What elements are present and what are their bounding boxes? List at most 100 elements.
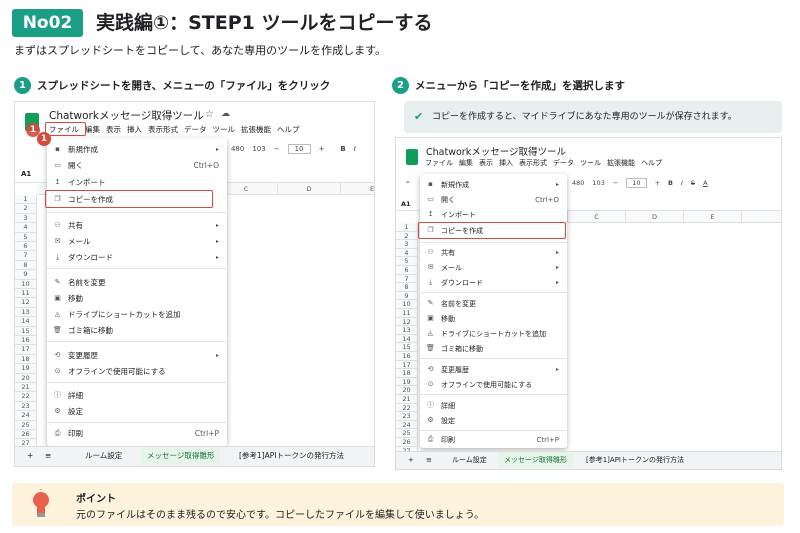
toolbar-zoom[interactable]: 480 <box>231 145 244 153</box>
menu-item-trash[interactable]: 🗑 ゴミ箱に移動 <box>420 342 567 355</box>
sheet-list-button[interactable]: ≡ <box>420 452 438 468</box>
menu-help[interactable]: ヘルプ <box>274 124 303 135</box>
menu-item-download[interactable]: ⤓ ダウンロード ▸ <box>420 276 567 289</box>
menu-tools[interactable]: ツール <box>210 124 239 135</box>
row-header[interactable]: 20 <box>15 373 37 383</box>
column-header-d[interactable]: D <box>278 183 341 195</box>
menu-insert[interactable]: 挿入 <box>496 158 516 168</box>
row-header[interactable]: 21 <box>396 395 418 404</box>
font-size-plus-icon[interactable]: + <box>655 179 660 187</box>
row-header[interactable]: 13 <box>15 307 37 318</box>
row-header[interactable]: 24 <box>396 420 418 430</box>
row-header[interactable]: 8 <box>396 283 418 292</box>
row-header[interactable]: 14 <box>396 334 418 344</box>
menu-help[interactable]: ヘルプ <box>638 158 665 168</box>
row-header[interactable]: 6 <box>15 242 37 252</box>
menu-item-details[interactable]: ⓘ 詳細 <box>420 399 567 412</box>
row-header[interactable]: 19 <box>396 377 418 387</box>
menu-format[interactable]: 表示形式 <box>145 124 181 135</box>
row-header[interactable]: 9 <box>396 291 418 301</box>
menu-item-share[interactable]: ⚇ 共有 ▸ <box>420 246 567 259</box>
menu-item-history[interactable]: ⟲ 変更履歴 ▸ <box>47 348 227 362</box>
row-header[interactable]: 19 <box>15 364 37 374</box>
text-color-button[interactable]: A <box>703 179 707 187</box>
row-header[interactable]: 18 <box>15 354 37 365</box>
row-header[interactable]: 2 <box>396 231 418 241</box>
column-header-e[interactable]: E <box>341 183 374 195</box>
add-sheet-button[interactable]: + <box>402 452 420 468</box>
menu-item-new[interactable]: ▪ 新規作成 ▸ <box>420 178 567 191</box>
menu-data[interactable]: データ <box>550 158 577 168</box>
menu-format[interactable]: 表示形式 <box>516 158 550 168</box>
menu-tools[interactable]: ツール <box>577 158 604 168</box>
menu-item-print[interactable]: ⎙ 印刷 Ctrl+P <box>47 426 227 440</box>
row-header[interactable]: 11 <box>396 309 418 318</box>
column-header-c[interactable]: C <box>568 211 626 223</box>
menu-item-rename[interactable]: ✎ 名前を変更 <box>420 297 567 310</box>
row-header[interactable]: 3 <box>396 240 418 249</box>
row-header[interactable]: 21 <box>15 383 37 393</box>
row-header[interactable]: 15 <box>15 326 37 336</box>
menu-item-offline[interactable]: ⊙ オフラインで使用可能にする <box>420 378 567 391</box>
row-header[interactable]: 12 <box>396 317 418 327</box>
italic-button[interactable]: I <box>354 145 356 153</box>
toolbar-zoom[interactable]: 480 <box>572 179 584 187</box>
row-header[interactable]: 2 <box>15 204 37 214</box>
row-header[interactable]: 1 <box>15 195 37 205</box>
menu-item-open[interactable]: ▭ 開く Ctrl+O <box>47 158 227 172</box>
tab-message-template[interactable]: メッセージ取得雛形 <box>498 452 573 468</box>
menu-view[interactable]: 表示 <box>103 124 124 135</box>
add-sheet-button[interactable]: + <box>21 447 39 465</box>
font-size-box[interactable]: 10 <box>626 178 647 188</box>
row-header[interactable]: 25 <box>15 420 37 430</box>
row-header[interactable]: 3 <box>15 213 37 224</box>
menu-item-settings[interactable]: ⚙ 設定 <box>420 414 567 427</box>
menu-item-new[interactable]: ▪ 新規作成 ▸ <box>47 142 227 156</box>
row-header[interactable]: 11 <box>15 289 37 299</box>
menu-edit[interactable]: 編集 <box>456 158 476 168</box>
menu-item-details[interactable]: ⓘ 詳細 <box>47 388 227 402</box>
row-header[interactable]: 5 <box>396 257 418 266</box>
cell-reference[interactable]: A1 <box>21 170 31 178</box>
font-size-minus-icon[interactable]: − <box>613 179 618 187</box>
row-header[interactable]: 4 <box>15 223 37 233</box>
row-header[interactable]: 7 <box>396 274 418 284</box>
row-header[interactable]: 7 <box>15 251 37 261</box>
menu-item-offline[interactable]: ⊙ オフラインで使用可能にする <box>47 364 227 378</box>
italic-button[interactable]: I <box>681 179 683 187</box>
row-header[interactable]: 20 <box>396 386 418 395</box>
toolbar-zoom2[interactable]: 103 <box>592 179 604 187</box>
row-header[interactable]: 15 <box>396 343 418 352</box>
row-header[interactable]: 26 <box>396 438 418 447</box>
row-header[interactable]: 24 <box>15 411 37 421</box>
menu-item-settings[interactable]: ⚙ 設定 <box>47 404 227 418</box>
row-header[interactable]: 10 <box>396 300 418 309</box>
tab-api-token[interactable]: [参考1]APIトークンの発行方法 <box>580 452 690 468</box>
bold-button[interactable]: B <box>340 145 345 153</box>
bold-button[interactable]: B <box>668 179 673 187</box>
font-size-box[interactable]: 10 <box>287 144 311 154</box>
cell-reference[interactable]: A1 <box>401 200 411 208</box>
menu-item-print[interactable]: ⎙ 印刷 Ctrl+P <box>420 433 567 446</box>
row-header[interactable]: 8 <box>15 260 37 271</box>
menu-item-rename[interactable]: ✎ 名前を変更 <box>47 275 227 289</box>
row-header[interactable]: 1 <box>396 223 418 232</box>
menu-file[interactable]: ファイル <box>422 158 456 168</box>
row-header[interactable]: 16 <box>396 352 418 361</box>
menu-view[interactable]: 表示 <box>476 158 496 168</box>
menu-item-history[interactable]: ⟲ 変更履歴 ▸ <box>420 363 567 376</box>
font-size-minus-icon[interactable]: − <box>274 145 280 153</box>
row-header[interactable]: 13 <box>396 326 418 335</box>
row-header[interactable]: 23 <box>15 401 37 412</box>
row-header[interactable]: 25 <box>396 429 418 438</box>
star-icon[interactable]: ☆ <box>205 109 214 120</box>
menu-item-import[interactable]: ↥ インポート <box>420 208 567 221</box>
row-header[interactable]: 5 <box>15 232 37 242</box>
toolbar-zoom2[interactable]: 103 <box>252 145 265 153</box>
menu-item-trash[interactable]: 🗑 ゴミ箱に移動 <box>47 323 227 337</box>
row-header[interactable]: 14 <box>15 317 37 327</box>
row-header[interactable]: 17 <box>15 345 37 355</box>
menu-item-move[interactable]: ▣ 移動 <box>47 291 227 305</box>
search-icon[interactable]: ⌕ <box>406 178 410 187</box>
row-header[interactable]: 6 <box>396 266 418 275</box>
